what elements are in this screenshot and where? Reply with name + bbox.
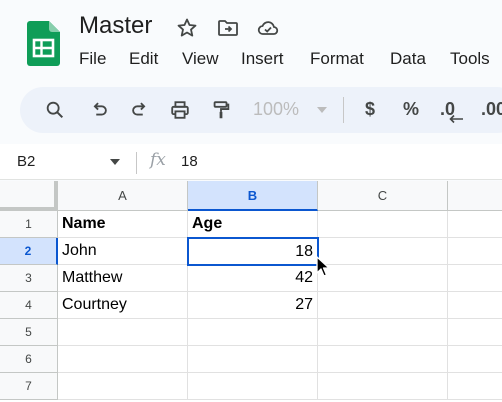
search-icon[interactable] bbox=[42, 97, 68, 123]
row-header-4[interactable]: 4 bbox=[0, 292, 58, 319]
row-header-3[interactable]: 3 bbox=[0, 265, 58, 292]
cell-b5[interactable] bbox=[188, 319, 318, 346]
document-title[interactable]: Master bbox=[79, 12, 152, 40]
name-box[interactable]: B2 bbox=[17, 153, 35, 170]
menu-tools[interactable]: Tools bbox=[450, 49, 490, 69]
cell-a2[interactable]: John bbox=[58, 238, 188, 265]
app-header: Master File Edit View Insert Format Data… bbox=[0, 0, 502, 80]
currency-format-button[interactable]: $ bbox=[365, 99, 375, 120]
zoom-dropdown-icon[interactable] bbox=[317, 107, 327, 113]
cell-b3[interactable]: 42 bbox=[188, 265, 318, 292]
column-header-c[interactable]: C bbox=[318, 181, 448, 211]
cell-b4[interactable]: 27 bbox=[188, 292, 318, 319]
paint-format-icon[interactable] bbox=[208, 97, 234, 123]
formula-bar-divider bbox=[136, 152, 137, 174]
spreadsheet-grid: A B C 1 2 3 4 5 6 7 Name Age John Matthe… bbox=[0, 181, 502, 402]
print-icon[interactable] bbox=[167, 97, 193, 123]
cell-d5[interactable] bbox=[448, 319, 502, 346]
cell-c3[interactable] bbox=[318, 265, 448, 292]
row-header-7[interactable]: 7 bbox=[0, 373, 58, 400]
cell-a1[interactable]: Name bbox=[58, 211, 188, 238]
cell-c4[interactable] bbox=[318, 292, 448, 319]
redo-icon[interactable] bbox=[127, 97, 153, 123]
cell-d4[interactable] bbox=[448, 292, 502, 319]
move-to-folder-icon[interactable] bbox=[216, 16, 240, 40]
cell-b2-active[interactable]: 18 bbox=[187, 237, 319, 266]
toolbar-divider bbox=[343, 97, 344, 123]
fx-icon: fx bbox=[150, 150, 166, 170]
column-header-d[interactable] bbox=[448, 181, 502, 211]
cell-c1[interactable] bbox=[318, 211, 448, 238]
row-header-6[interactable]: 6 bbox=[0, 346, 58, 373]
undo-icon[interactable] bbox=[86, 97, 112, 123]
column-header-b[interactable]: B bbox=[188, 181, 318, 211]
cell-d1[interactable] bbox=[448, 211, 502, 238]
column-header-a[interactable]: A bbox=[58, 181, 188, 211]
arrow-left-icon bbox=[449, 114, 463, 124]
formula-input[interactable]: 18 bbox=[181, 153, 198, 170]
cell-c5[interactable] bbox=[318, 319, 448, 346]
cell-b1[interactable]: Age bbox=[188, 211, 318, 238]
percent-format-button[interactable]: % bbox=[403, 99, 419, 120]
cell-b7[interactable] bbox=[188, 373, 318, 400]
cell-b6[interactable] bbox=[188, 346, 318, 373]
menu-view[interactable]: View bbox=[182, 49, 219, 69]
row-header-2[interactable]: 2 bbox=[0, 238, 58, 265]
cell-a7[interactable] bbox=[58, 373, 188, 400]
cell-d3[interactable] bbox=[448, 265, 502, 292]
menu-insert[interactable]: Insert bbox=[241, 49, 284, 69]
cell-a5[interactable] bbox=[58, 319, 188, 346]
toolbar: 100% $ % .0 .00 bbox=[20, 87, 502, 133]
select-all-corner[interactable] bbox=[0, 181, 58, 211]
row-header-5[interactable]: 5 bbox=[0, 319, 58, 346]
cell-d6[interactable] bbox=[448, 346, 502, 373]
mouse-pointer-icon bbox=[316, 256, 330, 277]
cell-a3[interactable]: Matthew bbox=[58, 265, 188, 292]
sheets-logo-icon[interactable] bbox=[27, 21, 60, 66]
star-icon[interactable] bbox=[175, 16, 199, 40]
cell-c6[interactable] bbox=[318, 346, 448, 373]
menu-edit[interactable]: Edit bbox=[129, 49, 158, 69]
formula-bar: B2 fx 18 bbox=[0, 144, 502, 180]
cell-d7[interactable] bbox=[448, 373, 502, 400]
menu-file[interactable]: File bbox=[79, 49, 106, 69]
row-header-1[interactable]: 1 bbox=[0, 211, 58, 238]
cell-a6[interactable] bbox=[58, 346, 188, 373]
cell-d2[interactable] bbox=[448, 238, 502, 265]
menu-format[interactable]: Format bbox=[310, 49, 364, 69]
chevron-down-icon[interactable] bbox=[110, 159, 120, 165]
cloud-saved-icon[interactable] bbox=[256, 16, 280, 40]
increase-decimal-button[interactable]: .00 bbox=[481, 99, 502, 120]
zoom-value[interactable]: 100% bbox=[253, 99, 299, 120]
cell-a4[interactable]: Courtney bbox=[58, 292, 188, 319]
menu-data[interactable]: Data bbox=[390, 49, 426, 69]
cell-c2[interactable] bbox=[318, 238, 448, 265]
cell-c7[interactable] bbox=[318, 373, 448, 400]
